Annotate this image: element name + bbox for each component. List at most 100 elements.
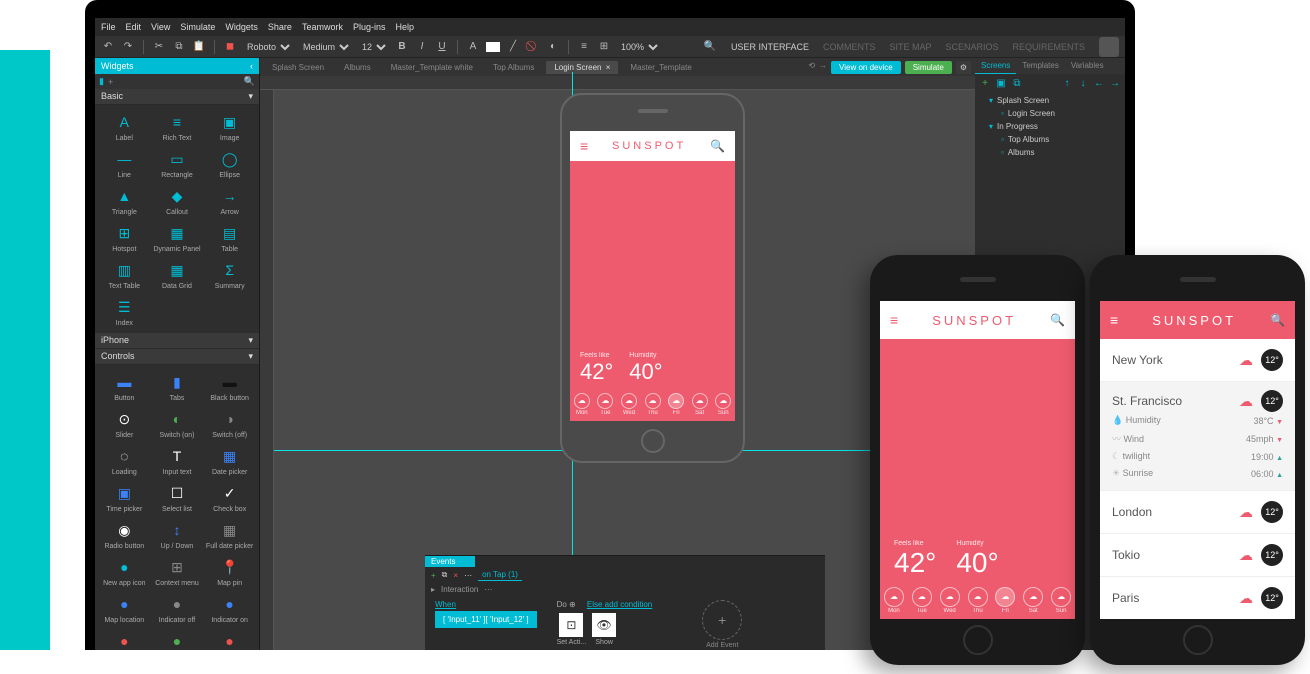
record-icon[interactable]: ◼ bbox=[223, 40, 237, 54]
widget-hotspot[interactable]: ⊞Hotspot bbox=[99, 220, 150, 255]
menu-help[interactable]: Help bbox=[395, 22, 414, 32]
expand-icon[interactable]: ▸ bbox=[431, 585, 435, 594]
folder-icon[interactable]: ▣ bbox=[995, 77, 1007, 89]
widget-summary[interactable]: ΣSummary bbox=[204, 257, 255, 292]
avatar[interactable] bbox=[1099, 37, 1119, 57]
collapse-icon[interactable]: ‹ bbox=[250, 61, 253, 71]
widget-time-picker[interactable]: ▣Time picker bbox=[99, 480, 150, 515]
nav-down-icon[interactable]: ↓ bbox=[1077, 77, 1089, 89]
canvas-tab[interactable]: Login Screen × bbox=[546, 61, 618, 74]
widget-arrow[interactable]: →Arrow bbox=[204, 183, 255, 218]
search-icon[interactable]: 🔍 bbox=[244, 76, 255, 87]
widget-tabs[interactable]: ▮Tabs bbox=[152, 369, 203, 404]
redo-icon[interactable]: ↷ bbox=[121, 40, 135, 54]
settings-icon[interactable]: ⚙ bbox=[956, 61, 971, 74]
widget-input-text[interactable]: TInput text bbox=[152, 443, 203, 478]
add-event-icon[interactable]: + bbox=[431, 571, 436, 580]
bold-icon[interactable]: B bbox=[395, 40, 409, 54]
hamburger-icon[interactable]: ≡ bbox=[890, 312, 898, 328]
widget-table[interactable]: ▤Table bbox=[204, 220, 255, 255]
nav-up-icon[interactable]: ↑ bbox=[1061, 77, 1073, 89]
menu-teamwork[interactable]: Teamwork bbox=[302, 22, 343, 32]
widget-map-location[interactable]: ●Map location bbox=[99, 591, 150, 626]
nav-left-icon[interactable]: ← bbox=[1093, 77, 1105, 89]
widget-delete[interactable]: ●Delete bbox=[99, 628, 150, 650]
view-on-device-button[interactable]: View on device bbox=[831, 61, 901, 74]
zoom-select[interactable]: 100% bbox=[617, 41, 661, 53]
condition-box[interactable]: [ 'Input_11' ][ 'Input_12' ] bbox=[435, 611, 537, 628]
add-screen-icon[interactable]: + bbox=[979, 77, 991, 89]
widgets-search-input[interactable] bbox=[113, 77, 244, 87]
city-row[interactable]: London☁12° bbox=[1100, 491, 1295, 534]
city-row[interactable]: Paris☁12° bbox=[1100, 577, 1295, 619]
copy-icon[interactable]: ⧉ bbox=[442, 570, 448, 580]
tree-node[interactable]: ▾Splash Screen bbox=[975, 94, 1125, 107]
copy-icon[interactable]: ⧉ bbox=[1011, 77, 1023, 89]
forecast-day[interactable]: ☁Wed bbox=[617, 387, 641, 421]
forecast-day[interactable]: ☁Mon bbox=[880, 581, 908, 619]
tree-node[interactable]: ▾In Progress bbox=[975, 120, 1125, 133]
else-add-link[interactable]: Else add condition bbox=[587, 600, 652, 609]
weight-select[interactable]: Medium bbox=[299, 41, 352, 53]
event-tab[interactable]: on Tap (1) bbox=[478, 569, 522, 581]
city-row[interactable]: Tokio☁12° bbox=[1100, 534, 1295, 577]
city-row[interactable]: St. Francisco☁12°💧 Humidity38°C ▼〰 Wind4… bbox=[1100, 382, 1295, 491]
widget-line[interactable]: —Line bbox=[99, 146, 150, 181]
hamburger-icon[interactable]: ≡ bbox=[580, 138, 588, 154]
menu-file[interactable]: File bbox=[101, 22, 116, 32]
simulate-button[interactable]: Simulate bbox=[905, 61, 952, 74]
action-item[interactable]: 👁Show bbox=[592, 613, 616, 646]
undo-icon[interactable]: ↶ bbox=[101, 40, 115, 54]
underline-icon[interactable]: U bbox=[435, 40, 449, 54]
widget-new-app-icon[interactable]: ●New app icon bbox=[99, 554, 150, 589]
font-select[interactable]: Roboto bbox=[243, 41, 293, 53]
forecast-day[interactable]: ☁Thu bbox=[964, 581, 992, 619]
widget-indicator-on[interactable]: ●Indicator on bbox=[204, 591, 255, 626]
widget-check-box[interactable]: ✓Check box bbox=[204, 480, 255, 515]
widget-add[interactable]: ●Add bbox=[152, 628, 203, 650]
fill-swatch[interactable] bbox=[486, 42, 500, 52]
forecast-day[interactable]: ☁Tue bbox=[594, 387, 618, 421]
widget-context-menu[interactable]: ⊞Context menu bbox=[152, 554, 203, 589]
canvas-device-frame[interactable]: ≡ SUNSPOT 🔍 Feels like42° Humidity40° ☁M… bbox=[560, 93, 745, 463]
widget-loading[interactable]: ◌Loading bbox=[99, 443, 150, 478]
forecast-day[interactable]: ☁Wed bbox=[936, 581, 964, 619]
top-tab[interactable]: SCENARIOS bbox=[945, 42, 998, 52]
widget-select-list[interactable]: ☐Select list bbox=[152, 480, 203, 515]
menu-edit[interactable]: Edit bbox=[126, 22, 142, 32]
widget-label[interactable]: ALabel bbox=[99, 109, 150, 144]
menu-simulate[interactable]: Simulate bbox=[180, 22, 215, 32]
top-tab[interactable]: REQUIREMENTS bbox=[1012, 42, 1085, 52]
screens-tab[interactable]: Variables bbox=[1065, 58, 1110, 74]
size-select[interactable]: 12 bbox=[358, 41, 389, 53]
forecast-day[interactable]: ☁Sun bbox=[1047, 581, 1075, 619]
top-tab[interactable]: SITE MAP bbox=[889, 42, 931, 52]
tree-node[interactable]: ▫Login Screen bbox=[975, 107, 1125, 120]
widget-indicator-off[interactable]: ●Indicator off bbox=[152, 591, 203, 626]
distribute-icon[interactable]: ⊞ bbox=[597, 40, 611, 54]
widget-black-button[interactable]: ▬Black button bbox=[204, 369, 255, 404]
canvas-tab[interactable]: Master_Template white bbox=[383, 61, 481, 74]
widget-dynamic-panel[interactable]: ▦Dynamic Panel bbox=[152, 220, 203, 255]
forecast-day[interactable]: ☁Sat bbox=[1019, 581, 1047, 619]
widget-callout[interactable]: ◆Callout bbox=[152, 183, 203, 218]
widget-button[interactable]: ▬Button bbox=[99, 369, 150, 404]
align-icon[interactable]: ≡ bbox=[577, 40, 591, 54]
accordion-iphone[interactable]: iPhone▾ bbox=[95, 333, 259, 349]
widget-rectangle[interactable]: ▭Rectangle bbox=[152, 146, 203, 181]
forecast-day[interactable]: ☁Sun bbox=[711, 387, 735, 421]
accordion-controls[interactable]: Controls▾ bbox=[95, 349, 259, 365]
widget-image[interactable]: ▣Image bbox=[204, 109, 255, 144]
screens-tab[interactable]: Screens bbox=[975, 58, 1016, 74]
cut-icon[interactable]: ✂ bbox=[152, 40, 166, 54]
nav-fwd-icon[interactable]: → bbox=[819, 61, 827, 74]
menu-view[interactable]: View bbox=[151, 22, 170, 32]
menu-widgets[interactable]: Widgets bbox=[225, 22, 258, 32]
opacity-icon[interactable]: ◐ bbox=[546, 40, 560, 54]
menu-plug-ins[interactable]: Plug-ins bbox=[353, 22, 386, 32]
widget-data-grid[interactable]: ▦Data Grid bbox=[152, 257, 203, 292]
top-tab[interactable]: USER INTERFACE bbox=[731, 42, 809, 52]
canvas-tab[interactable]: Top Albums bbox=[485, 61, 542, 74]
search-icon[interactable]: 🔍 bbox=[1050, 313, 1065, 327]
nav-back-icon[interactable]: ⟲ bbox=[808, 61, 815, 74]
